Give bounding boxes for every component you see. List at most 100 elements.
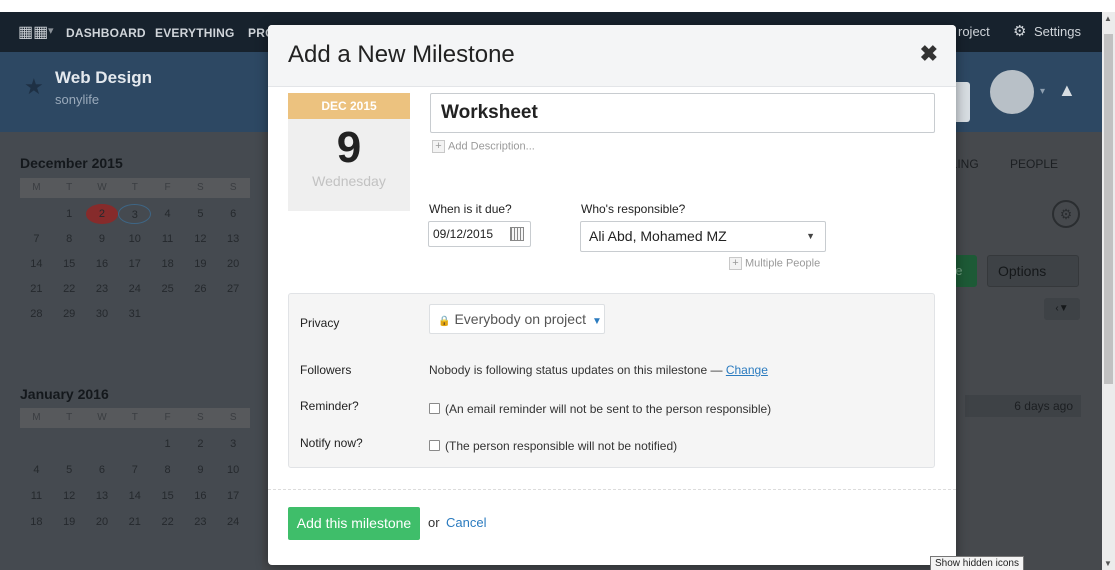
calendar-day[interactable]: 10 xyxy=(217,460,250,480)
calendar-day[interactable]: 8 xyxy=(53,229,86,249)
calendar-day[interactable]: 1 xyxy=(151,434,184,454)
project-name[interactable]: Web Design xyxy=(55,68,152,88)
calendar-day[interactable]: 31 xyxy=(118,304,151,324)
multiple-people-link[interactable]: + Multiple People xyxy=(729,257,820,270)
calendar-day[interactable]: 16 xyxy=(184,486,217,506)
scroll-up-icon[interactable]: ▲ xyxy=(1104,14,1112,23)
calendar-day[interactable]: 24 xyxy=(118,279,151,299)
calendar-day-number: 22 xyxy=(161,516,174,528)
calendar-day[interactable]: 14 xyxy=(20,254,53,274)
notify-checkbox[interactable] xyxy=(429,440,440,451)
reminder-checkbox[interactable] xyxy=(429,403,440,414)
calendar-day[interactable]: 12 xyxy=(184,229,217,249)
calendar-day[interactable]: 7 xyxy=(20,229,53,249)
calendar-day[interactable]: 19 xyxy=(53,512,86,532)
nav-dashboard[interactable]: DASHBOARD xyxy=(66,26,146,40)
add-description-link[interactable]: + Add Description... xyxy=(432,140,535,153)
calendar-day[interactable]: 6 xyxy=(217,204,250,225)
calendar-day[interactable]: 5 xyxy=(184,204,217,225)
calendar-day[interactable]: 11 xyxy=(151,229,184,249)
scrollbar-thumb[interactable] xyxy=(1104,34,1113,384)
app-logo-icon[interactable]: ▦▦ xyxy=(18,22,48,42)
milestone-title-input[interactable] xyxy=(430,93,935,133)
options-button[interactable]: Options xyxy=(987,255,1079,287)
bell-icon[interactable]: ▲ xyxy=(1058,80,1076,101)
calendar-day[interactable]: 25 xyxy=(151,279,184,299)
calendar-day[interactable]: 4 xyxy=(151,204,184,225)
add-milestone-button[interactable]: Add this milestone xyxy=(288,507,420,540)
calendar-day-number: 9 xyxy=(98,233,106,245)
tab-people[interactable]: PEOPLE xyxy=(1010,157,1058,171)
calendar-week-row: 4 5 6 7 8 9 10 xyxy=(20,460,250,480)
calendar-day[interactable]: 18 xyxy=(151,254,184,274)
calendar-icon[interactable] xyxy=(510,227,524,241)
calendar-day[interactable]: 5 xyxy=(53,460,86,480)
calendar-day-number: 16 xyxy=(95,258,109,270)
privacy-value: Everybody on project xyxy=(454,311,586,327)
calendar-day[interactable]: 11 xyxy=(20,486,53,506)
calendar-day[interactable]: 10 xyxy=(118,229,151,249)
calendar-day[interactable]: 14 xyxy=(118,486,151,506)
nav-everything[interactable]: EVERYTHING xyxy=(155,26,235,40)
calendar-day[interactable]: 13 xyxy=(217,229,250,249)
calendar-day[interactable]: 30 xyxy=(86,304,119,324)
calendar-day[interactable]: 22 xyxy=(53,279,86,299)
nav-settings[interactable]: Settings xyxy=(1034,24,1081,39)
calendar-day[interactable]: 21 xyxy=(118,512,151,532)
calendar-day[interactable]: 24 xyxy=(217,512,250,532)
page-scrollbar[interactable]: ▲ ▼ xyxy=(1102,12,1115,570)
calendar-day[interactable]: 9 xyxy=(86,229,119,249)
star-icon[interactable]: ★ xyxy=(24,74,44,100)
calendar-day[interactable]: 22 xyxy=(151,512,184,532)
avatar[interactable] xyxy=(990,70,1034,114)
calendar-day[interactable]: 26 xyxy=(184,279,217,299)
calendar-day[interactable]: 15 xyxy=(151,486,184,506)
calendar-day[interactable]: 18 xyxy=(20,512,53,532)
chevron-down-icon[interactable]: ▾ xyxy=(1040,86,1045,97)
calendar-day[interactable]: 1 xyxy=(53,204,86,225)
responsible-select[interactable]: Ali Abd, Mohamed MZ ▼ xyxy=(580,221,826,252)
due-date-card: DEC 2015 9 Wednesday xyxy=(288,93,410,211)
calendar-day[interactable]: 23 xyxy=(184,512,217,532)
date-card-day: 9 xyxy=(336,123,362,172)
calendar-day[interactable]: 7 xyxy=(118,460,151,480)
calendar-day[interactable]: 19 xyxy=(184,254,217,274)
calendar-day[interactable]: 21 xyxy=(20,279,53,299)
gear-icon[interactable]: ⚙ xyxy=(1013,22,1026,40)
calendar-day[interactable]: 8 xyxy=(151,460,184,480)
privacy-select[interactable]: 🔒 Everybody on project ▼ xyxy=(429,304,605,334)
cancel-link[interactable]: Cancel xyxy=(446,515,486,530)
notify-text: (The person responsible will not be noti… xyxy=(445,439,678,453)
calendar-day-number: 8 xyxy=(164,464,171,476)
chevron-down-icon: ▼ xyxy=(591,316,602,327)
calendar-day[interactable]: 28 xyxy=(20,304,53,324)
calendar-day-number: 21 xyxy=(128,516,141,528)
calendar-day[interactable]: 4 xyxy=(20,460,53,480)
calendar-day[interactable]: 13 xyxy=(86,486,119,506)
calendar-day[interactable]: 23 xyxy=(86,279,119,299)
chevron-down-icon[interactable]: ▾ xyxy=(48,24,54,37)
calendar-day[interactable]: 20 xyxy=(217,254,250,274)
calendar-day[interactable]: 3 xyxy=(217,434,250,454)
calendar-day[interactable]: 3 xyxy=(118,204,152,225)
weekday-label: S xyxy=(229,412,237,423)
calendar-day[interactable]: 27 xyxy=(217,279,250,299)
calendar-day[interactable]: 29 xyxy=(53,304,86,324)
calendar-day[interactable]: 9 xyxy=(184,460,217,480)
due-date-field[interactable]: 09/12/2015 xyxy=(428,221,531,247)
close-icon[interactable]: ✖ xyxy=(920,41,938,67)
calendar-day[interactable]: 15 xyxy=(53,254,86,274)
calendar-day[interactable]: 20 xyxy=(86,512,119,532)
gear-icon[interactable]: ⚙ xyxy=(1052,200,1080,228)
calendar-day[interactable]: 2 xyxy=(184,434,217,454)
calendar-day[interactable]: 6 xyxy=(86,460,119,480)
calendar-day[interactable]: 16 xyxy=(86,254,119,274)
filter-icon[interactable]: ‹▼ xyxy=(1044,298,1080,320)
calendar-day[interactable]: 12 xyxy=(53,486,86,506)
calendar-day[interactable]: 2 xyxy=(85,204,119,225)
nav-new-project[interactable]: roject xyxy=(958,24,990,39)
calendar-day[interactable]: 17 xyxy=(118,254,151,274)
scroll-down-icon[interactable]: ▼ xyxy=(1104,559,1112,568)
calendar-day[interactable]: 17 xyxy=(217,486,250,506)
change-followers-link[interactable]: Change xyxy=(726,363,768,377)
